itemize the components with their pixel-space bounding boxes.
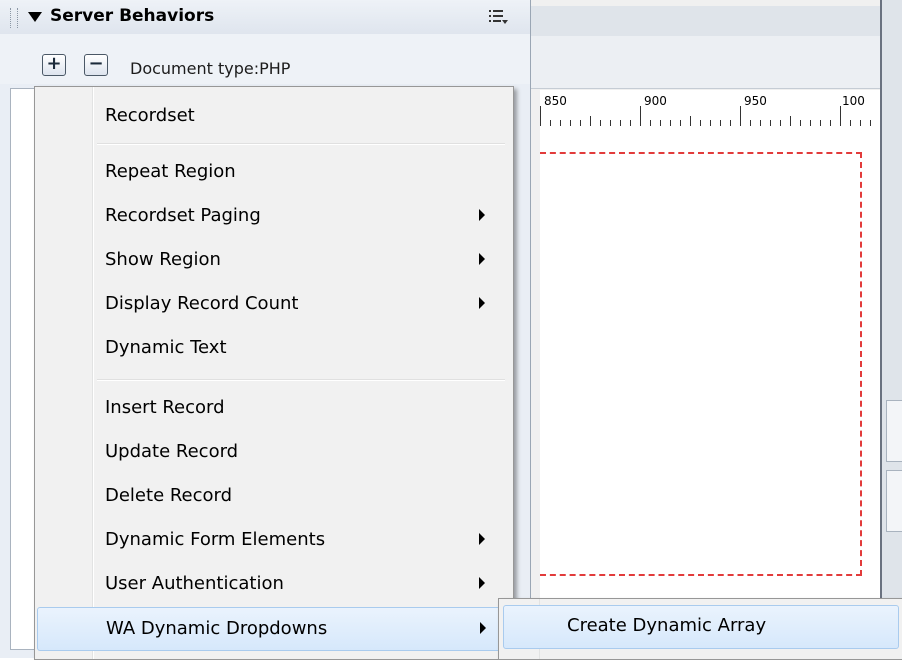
document-area: 850 900 950 100	[530, 0, 880, 658]
menu-item-label: Repeat Region	[105, 161, 236, 182]
ruler-tick	[740, 106, 741, 126]
menu-item-wa-dynamic-dropdowns[interactable]: WA Dynamic Dropdowns	[37, 607, 507, 651]
menu-item-label: User Authentication	[105, 573, 284, 594]
remove-behavior-button[interactable]: −	[84, 54, 108, 76]
horizontal-ruler: 850 900 950 100	[540, 90, 880, 127]
add-behavior-button[interactable]: +	[42, 54, 66, 76]
submenu-arrow-icon	[480, 622, 486, 634]
ruler-tick-label: 100	[842, 94, 865, 108]
menu-item-recordset-paging[interactable]: Recordset Paging	[37, 195, 509, 237]
menu-separator	[97, 379, 505, 381]
menu-item-update-record[interactable]: Update Record	[37, 431, 509, 473]
panel-tab[interactable]	[886, 400, 902, 462]
submenu-arrow-icon	[479, 253, 485, 265]
wa-dynamic-dropdowns-submenu: Create Dynamic Array	[498, 598, 902, 660]
ruler-tick-label: 950	[744, 94, 767, 108]
ruler-tick	[540, 106, 541, 126]
menu-item-label: Insert Record	[105, 397, 225, 418]
menu-item-recordset[interactable]: Recordset	[37, 95, 509, 137]
submenu-arrow-icon	[479, 577, 485, 589]
menu-item-delete-record[interactable]: Delete Record	[37, 475, 509, 517]
document-type-label: Document type:PHP	[130, 59, 291, 78]
menu-item-display-record-count[interactable]: Display Record Count	[37, 283, 509, 325]
menu-item-label: Delete Record	[105, 485, 233, 506]
ruler-tick-label: 900	[644, 94, 667, 108]
document-tabs	[530, 6, 880, 37]
menu-item-label: Show Region	[105, 249, 221, 270]
menu-item-label: Recordset	[105, 105, 195, 126]
ruler-tick	[640, 106, 641, 126]
menu-item-insert-record[interactable]: Insert Record	[37, 387, 509, 429]
panel-header[interactable]: Server Behaviors	[0, 0, 530, 35]
panel-options-icon[interactable]	[488, 8, 510, 26]
panel-grip-icon[interactable]	[10, 8, 18, 28]
design-canvas[interactable]	[540, 126, 880, 646]
menu-item-label: Recordset Paging	[105, 205, 261, 226]
submenu-arrow-icon	[479, 209, 485, 221]
panel-tab[interactable]	[886, 470, 902, 532]
ruler-tick	[590, 116, 591, 126]
document-toolbar	[530, 36, 880, 89]
menu-item-user-authentication[interactable]: User Authentication	[37, 563, 509, 605]
menu-item-repeat-region[interactable]: Repeat Region	[37, 151, 509, 193]
panel-toolbar: + − Document type:PHP	[0, 34, 530, 84]
menu-item-label: Display Record Count	[105, 293, 299, 314]
ruler-tick-label: 850	[544, 94, 567, 108]
submenu-arrow-icon	[479, 533, 485, 545]
menu-item-label: Update Record	[105, 441, 239, 462]
add-behavior-menu: Recordset Repeat Region Recordset Paging…	[34, 86, 514, 660]
ruler-tick	[690, 116, 691, 126]
menu-item-dynamic-text[interactable]: Dynamic Text	[37, 327, 509, 369]
ruler-tick	[840, 106, 841, 126]
submenu-arrow-icon	[479, 297, 485, 309]
menu-item-label: Dynamic Text	[105, 337, 227, 358]
menu-item-label: WA Dynamic Dropdowns	[106, 618, 328, 639]
menu-separator	[97, 143, 505, 145]
ruler-tick	[790, 116, 791, 126]
menu-item-label: Create Dynamic Array	[567, 615, 767, 636]
menu-item-dynamic-form-elements[interactable]: Dynamic Form Elements	[37, 519, 509, 561]
div-outline	[540, 152, 862, 576]
menu-item-show-region[interactable]: Show Region	[37, 239, 509, 281]
menu-item-label: Dynamic Form Elements	[105, 529, 326, 550]
panel-title: Server Behaviors	[50, 6, 215, 26]
right-panel-edge	[880, 0, 902, 658]
